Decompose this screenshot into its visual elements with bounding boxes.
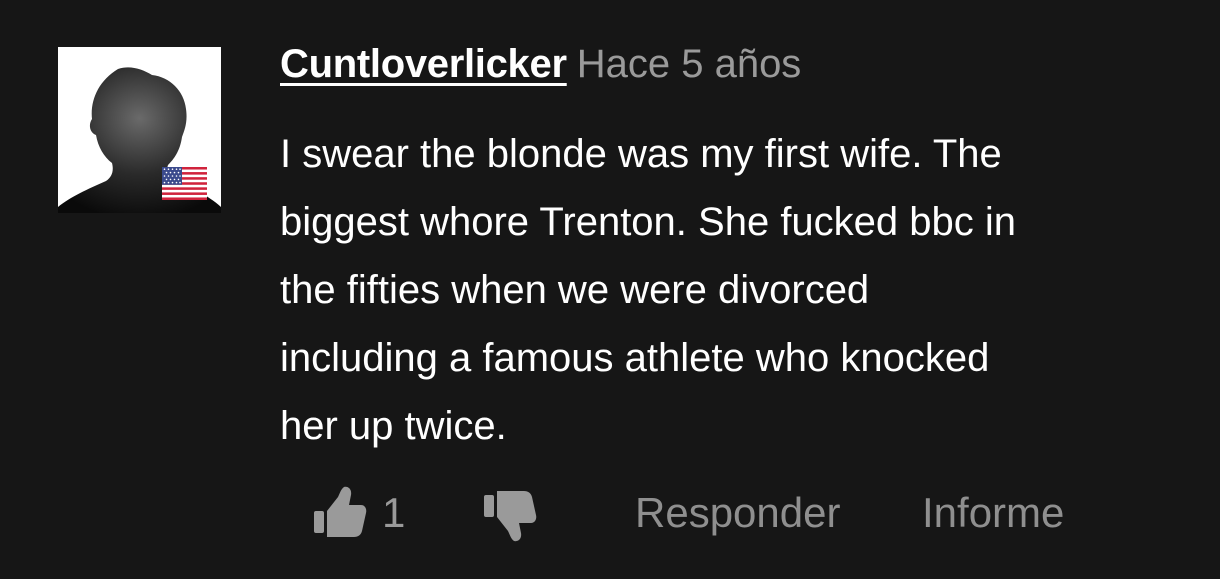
thumbs-up-icon xyxy=(314,486,367,537)
comment-text-line: including a famous athlete who knocked xyxy=(280,336,990,380)
like-count: 1 xyxy=(382,489,406,536)
comment-text-line: the fifties when we were divorced xyxy=(280,268,870,312)
us-flag-icon xyxy=(162,167,207,200)
comment-text-line: biggest whore Trenton. She fucked bbc in xyxy=(280,200,1017,244)
avatar[interactable] xyxy=(58,47,221,213)
comment-text-line: her up twice. xyxy=(280,404,507,448)
like-button[interactable] xyxy=(312,485,368,543)
timestamp: Hace 5 años xyxy=(576,42,802,86)
comment-actions: 1 Responder Informe xyxy=(312,485,1112,545)
report-button[interactable]: Informe xyxy=(922,489,1064,537)
comment-card: Cuntloverlicker Hace 5 años I swear the b… xyxy=(0,0,1220,579)
dislike-button[interactable] xyxy=(482,491,538,549)
comment-text-line: I swear the blonde was my first wife. Th… xyxy=(280,132,1002,176)
username-link[interactable]: Cuntloverlicker xyxy=(280,42,567,86)
thumbs-down-icon xyxy=(484,491,537,542)
comment-text: I swear the blonde was my first wife. Th… xyxy=(280,120,1180,460)
comment-header: Cuntloverlicker Hace 5 años xyxy=(280,42,801,96)
reply-button[interactable]: Responder xyxy=(635,489,840,537)
